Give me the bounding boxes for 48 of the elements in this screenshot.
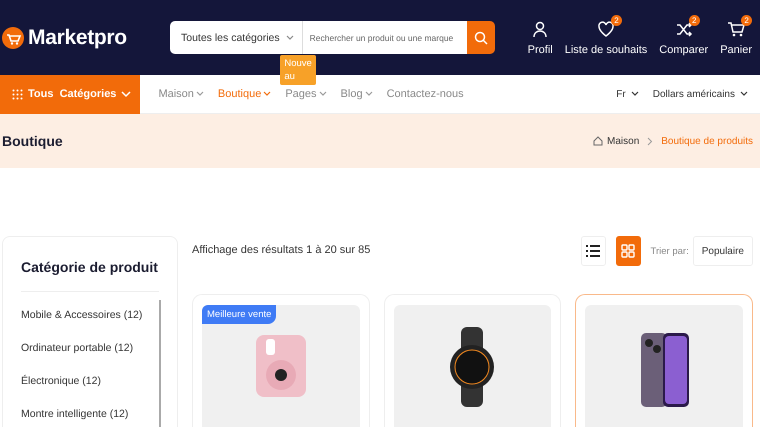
count-badge: 2 — [741, 14, 752, 26]
product-card[interactable]: Meilleure vente — [192, 294, 370, 427]
grid-dots-icon — [12, 88, 23, 100]
sidebar-title: Catégorie de produit — [21, 259, 159, 275]
new-badge: Nouveau — [280, 55, 316, 85]
product-card[interactable] — [575, 294, 753, 427]
search-field[interactable]: Rechercher un produit ou une marque — [302, 21, 467, 54]
chevron-down-icon — [740, 91, 748, 97]
category-link[interactable]: Électronique (12) — [21, 374, 159, 388]
logo-text[interactable]: Marketpro — [28, 26, 127, 50]
currency-dropdown[interactable]: Dollars américains — [648, 88, 752, 100]
header-link[interactable]: Comparer — [659, 44, 708, 56]
cart-logo-icon — [2, 26, 24, 48]
results-summary: Affichage des résultats 1 à 20 sur 85 — [192, 244, 370, 256]
category-link[interactable]: Montre intelligente (12) — [21, 407, 159, 421]
language-dropdown[interactable]: Fr — [612, 88, 643, 100]
nav-link[interactable]: Contactez-nous — [386, 88, 464, 100]
person-icon — [531, 20, 550, 38]
count-badge: 2 — [611, 14, 622, 26]
category-link[interactable]: Mobile & Accessoires (12) — [21, 308, 159, 322]
chevron-down-icon — [630, 91, 639, 97]
nav-link[interactable]: Maison — [158, 88, 204, 100]
category-link[interactable]: Ordinateur portable (12) — [21, 341, 159, 355]
sort-dropdown[interactable]: Populaire — [692, 236, 753, 266]
grid-view-button[interactable] — [616, 236, 641, 266]
list-icon — [586, 244, 600, 258]
page-title: Boutique — [2, 133, 63, 149]
chevron-right-icon — [647, 136, 654, 146]
chevron-down-icon — [121, 90, 132, 98]
heart-icon — [597, 20, 616, 38]
sort-label: Trier par: — [650, 246, 689, 256]
header-link[interactable]: Panier — [720, 44, 752, 56]
cart-icon — [727, 20, 746, 38]
category-dropdown[interactable]: Toutes les catégories — [170, 21, 303, 54]
list-view-button[interactable] — [580, 236, 606, 266]
search-icon — [474, 30, 488, 44]
chevron-down-icon — [286, 34, 294, 40]
nav-link[interactable]: Blog — [340, 88, 373, 100]
bestseller-badge: Meilleure vente — [202, 305, 276, 324]
breadcrumb-link[interactable]: Maison — [593, 136, 640, 146]
grid-icon — [621, 244, 636, 258]
scrollbar[interactable] — [159, 300, 161, 427]
count-badge: 2 — [688, 14, 700, 26]
header-link[interactable]: Liste de souhaits — [564, 44, 648, 56]
search-button[interactable] — [467, 21, 495, 54]
home-icon — [593, 136, 604, 146]
header-link[interactable]: Profil — [528, 44, 553, 56]
nav-link[interactable]: Pages — [285, 88, 327, 100]
